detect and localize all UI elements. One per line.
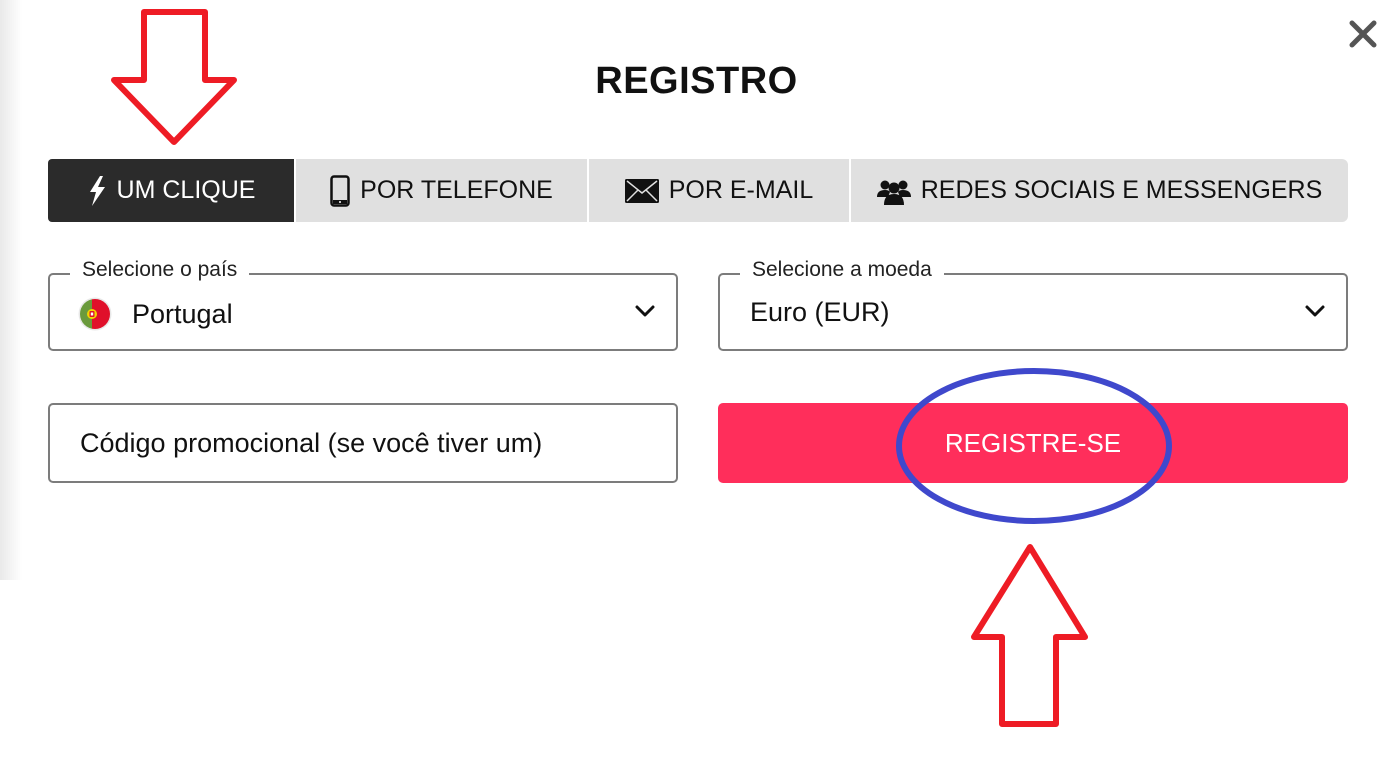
country-label: Selecione o país xyxy=(70,258,250,282)
promo-code-input[interactable] xyxy=(50,405,676,481)
promo-code-field xyxy=(48,403,678,483)
country-select[interactable]: Selecione o país Portugal xyxy=(48,258,678,351)
currency-value: Euro (EUR) xyxy=(750,297,890,327)
envelope-icon xyxy=(624,178,659,203)
tab-one-click[interactable]: UM CLIQUE xyxy=(48,159,294,222)
close-icon xyxy=(1349,20,1377,48)
tab-social-messengers[interactable]: REDES SOCIAIS E MESSENGERS xyxy=(851,159,1348,222)
country-value: Portugal xyxy=(132,298,233,329)
register-button-label: REGISTRE-SE xyxy=(944,427,1122,458)
portugal-flag-icon xyxy=(78,297,112,331)
lightning-icon xyxy=(87,175,107,206)
currency-select[interactable]: Selecione a moeda Euro (EUR) xyxy=(718,258,1348,351)
close-button[interactable] xyxy=(1345,16,1381,52)
tab-email[interactable]: POR E-MAIL xyxy=(589,159,849,222)
tab-phone[interactable]: POR TELEFONE xyxy=(296,159,587,222)
dialog-title: REGISTRO xyxy=(595,60,798,102)
tab-label: UM CLIQUE xyxy=(116,176,256,204)
currency-label: Selecione a moeda xyxy=(740,258,944,282)
mobile-phone-icon xyxy=(330,174,350,207)
annotation-arrow-up xyxy=(971,544,1088,727)
register-button[interactable]: REGISTRE-SE xyxy=(718,403,1348,483)
registration-method-tabs: UM CLIQUE POR TELEFONE POR E-MAIL REDES … xyxy=(48,159,1348,222)
users-icon xyxy=(876,177,911,205)
tab-label: POR TELEFONE xyxy=(360,176,553,204)
tab-label: POR E-MAIL xyxy=(668,176,814,204)
tab-label: REDES SOCIAIS E MESSENGERS xyxy=(920,176,1323,204)
chevron-down-icon xyxy=(635,305,655,317)
chevron-down-icon xyxy=(1305,305,1325,317)
